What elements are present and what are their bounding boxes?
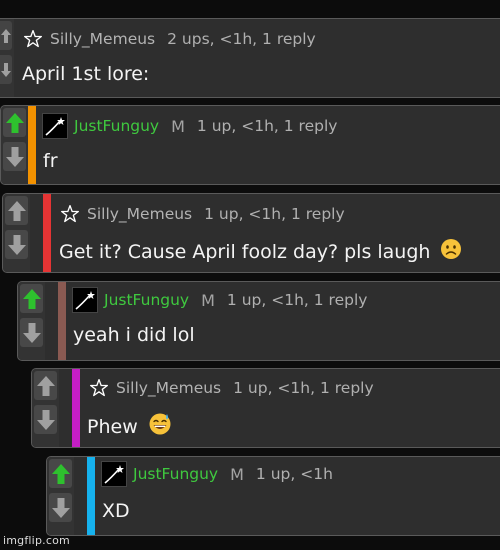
upvote-button[interactable] (20, 284, 43, 313)
comment-text: XD (102, 500, 130, 522)
comment-6: JustFunguy M 1 up, <1h XD (46, 456, 500, 536)
comment-4: JustFunguy M 1 up, <1h, 1 reply yeah i d… (17, 281, 500, 361)
comment-text: yeah i did lol (73, 324, 195, 346)
star-icon (59, 203, 81, 225)
username[interactable]: Silly_Memeus (50, 30, 155, 48)
upvote-button[interactable] (3, 108, 26, 137)
comment-header: JustFunguy M 1 up, <1h (101, 461, 333, 487)
username[interactable]: JustFunguy (104, 291, 189, 309)
vote-column (1, 106, 28, 184)
upvote-button[interactable] (34, 371, 57, 400)
vote-column (32, 369, 59, 447)
down-arrow-icon (5, 146, 24, 167)
down-arrow-icon (22, 322, 41, 343)
downvote-button[interactable] (49, 493, 72, 522)
shooting-star-icon (42, 113, 68, 139)
comment-meta: 2 ups, <1h, 1 reply (167, 30, 316, 48)
shooting-star-icon (72, 287, 98, 313)
thread-bar (72, 369, 80, 447)
comment-text: Phew (87, 412, 172, 441)
comment-header: Silly_Memeus 2 ups, <1h, 1 reply (22, 28, 316, 50)
comment-5: Silly_Memeus 1 up, <1h, 1 reply Phew (31, 368, 500, 448)
watermark: imgflip.com (3, 534, 70, 547)
comment-header: Silly_Memeus 1 up, <1h, 1 reply (59, 203, 345, 225)
star-icon (88, 377, 110, 399)
up-arrow-icon (22, 288, 41, 309)
thread-bar (87, 457, 95, 535)
thread-bar (43, 194, 51, 272)
down-arrow-icon (7, 234, 26, 255)
downvote-button[interactable] (34, 405, 57, 434)
vote-column (18, 282, 45, 360)
shooting-star-icon (101, 461, 127, 487)
mod-badge: M (201, 290, 215, 310)
downvote-button[interactable] (0, 55, 12, 84)
comment-meta: 1 up, <1h, 1 reply (226, 291, 368, 309)
downvote-button[interactable] (3, 142, 26, 171)
mod-badge: M (171, 116, 185, 136)
username[interactable]: Silly_Memeus (116, 379, 221, 397)
comment-text: Get it? Cause April foolz day? pls laugh (59, 238, 462, 265)
mod-badge: M (230, 464, 244, 484)
grinning-sweat-icon (148, 412, 172, 441)
comment-1: Silly_Memeus 2 ups, <1h, 1 reply April 1… (0, 18, 500, 98)
comment-meta: 1 up, <1h, 1 reply (196, 117, 338, 135)
up-arrow-icon (51, 463, 70, 484)
comment-text: fr (43, 150, 58, 172)
upvote-button[interactable] (0, 21, 12, 50)
username[interactable]: Silly_Memeus (87, 205, 192, 223)
star-icon (22, 28, 44, 50)
vote-column (3, 194, 30, 272)
thread-bar (58, 282, 66, 360)
upvote-button[interactable] (5, 196, 28, 225)
frowning-face-icon (440, 238, 462, 265)
comment-header: JustFunguy M 1 up, <1h, 1 reply (72, 287, 368, 313)
down-arrow-icon (36, 409, 55, 430)
upvote-button[interactable] (49, 459, 72, 488)
comment-3: Silly_Memeus 1 up, <1h, 1 reply Get it? … (2, 193, 500, 273)
downvote-button[interactable] (20, 318, 43, 347)
comment-meta: 1 up, <1h, 1 reply (204, 205, 345, 223)
comment-text: April 1st lore: (22, 63, 150, 85)
comment-2: JustFunguy M 1 up, <1h, 1 reply fr (0, 105, 500, 185)
downvote-button[interactable] (5, 230, 28, 259)
down-arrow-icon (51, 497, 70, 518)
up-arrow-icon (1, 28, 11, 43)
vote-column (47, 457, 74, 535)
comment-header: JustFunguy M 1 up, <1h, 1 reply (42, 113, 338, 139)
up-arrow-icon (36, 375, 55, 396)
comment-header: Silly_Memeus 1 up, <1h, 1 reply (88, 377, 374, 399)
vote-column (0, 19, 14, 97)
thread-bar (28, 106, 36, 184)
down-arrow-icon (1, 62, 11, 77)
username[interactable]: JustFunguy (133, 465, 218, 483)
comment-meta: 1 up, <1h (255, 465, 333, 483)
comment-meta: 1 up, <1h, 1 reply (233, 379, 374, 397)
username[interactable]: JustFunguy (74, 117, 159, 135)
up-arrow-icon (5, 112, 24, 133)
up-arrow-icon (7, 200, 26, 221)
